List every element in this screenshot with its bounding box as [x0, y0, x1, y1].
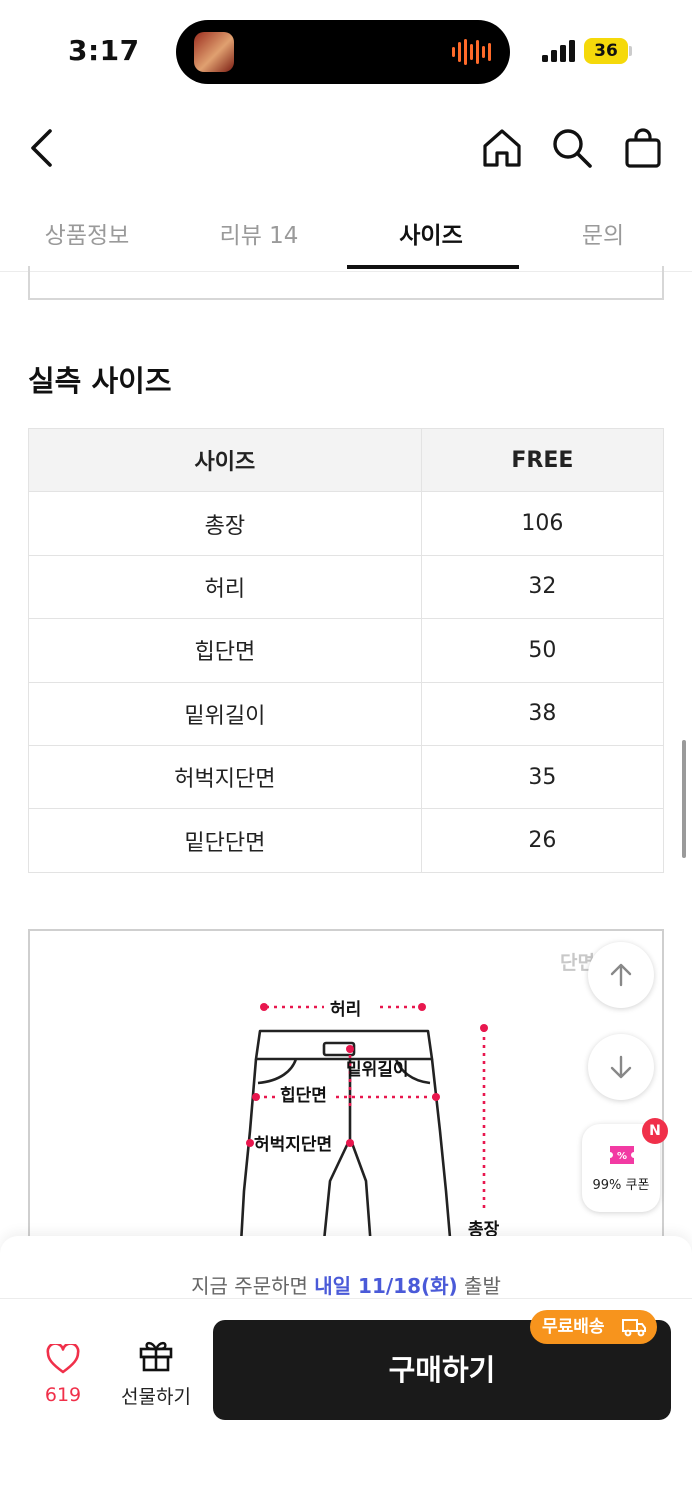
gift-button[interactable]: 선물하기 — [116, 1338, 196, 1409]
search-button[interactable] — [548, 124, 596, 172]
shopping-bag-icon — [625, 128, 661, 168]
table-header-row: 사이즈 FREE — [28, 427, 665, 493]
new-badge: N — [642, 1118, 668, 1144]
arrow-up-icon — [610, 963, 632, 987]
tab-size[interactable]: 사이즈 — [366, 216, 496, 250]
section-title: 실측 사이즈 — [28, 364, 172, 398]
scroll-down-button[interactable] — [588, 1034, 654, 1100]
battery-level: 36 — [584, 38, 628, 64]
free-shipping-label: 무료배송 — [542, 1317, 605, 1337]
measure-name: 허리 — [28, 554, 422, 620]
rise-label: 밑위길이 — [346, 1060, 409, 1080]
table-row: 밑단단면 26 — [28, 808, 665, 873]
thigh-label: 허벅지단면 — [254, 1135, 332, 1155]
table-row: 총장 106 — [28, 491, 665, 556]
shipping-date: 내일 11/18(화) — [314, 1274, 458, 1298]
like-button[interactable]: 619 — [40, 1342, 86, 1406]
search-icon — [553, 129, 592, 168]
tab-inquiry[interactable]: 문의 — [538, 216, 668, 250]
pants-measurement-illustration: 단면 허리 밑위길이 힙단면 허벅지단면 총장 — [238, 952, 595, 1259]
measurement-guides — [256, 1005, 486, 1211]
measure-value: 38 — [420, 681, 665, 746]
cart-button[interactable] — [619, 124, 667, 172]
measure-name: 총장 — [28, 491, 422, 556]
table-row: 허리 32 — [28, 554, 665, 620]
delivery-truck-icon — [622, 1319, 646, 1337]
shipping-notice: 지금 주문하면 내일 11/18(화) 출발 — [0, 1270, 692, 1299]
heart-icon — [46, 1342, 80, 1374]
shipping-suffix: 출발 — [457, 1274, 501, 1298]
home-icon — [483, 129, 521, 167]
top-nav — [0, 110, 692, 190]
coupon-label: 99% 쿠폰 — [592, 1178, 650, 1193]
measure-value: 35 — [420, 744, 665, 810]
purchase-bar: 지금 주문하면 내일 11/18(화) 출발 619 선물하기 구매하기 무료배… — [0, 1236, 692, 1500]
table-row: 힙단면 50 — [28, 618, 665, 683]
scrollbar-thumb[interactable] — [682, 740, 686, 858]
previous-section-box — [28, 266, 664, 300]
home-button[interactable] — [478, 124, 526, 172]
measure-value: 106 — [420, 491, 665, 556]
hip-label: 힙단면 — [280, 1085, 327, 1106]
table-row: 밑위길이 38 — [28, 681, 665, 746]
size-guide-diagram: 단면 허리 밑위길이 힙단면 허벅지단면 총장 — [28, 929, 664, 1259]
chevron-left-icon — [31, 129, 52, 167]
measure-name: 허벅지단면 — [28, 744, 422, 810]
now-playing-artwork — [194, 32, 234, 72]
shipping-prefix: 지금 주문하면 — [191, 1274, 315, 1298]
scroll-up-button[interactable] — [588, 942, 654, 1008]
measure-value: 26 — [420, 808, 665, 873]
column-header: 사이즈 — [28, 427, 422, 493]
size-table: 사이즈 FREE 총장 106 허리 32 힙단면 50 밑위길이 38 허벅지… — [28, 427, 665, 873]
dynamic-island[interactable] — [176, 20, 510, 84]
coupon-ticket-icon: % — [610, 1146, 634, 1164]
table-row: 허벅지단면 35 — [28, 744, 665, 810]
cellular-signal-icon — [542, 40, 575, 62]
measure-name: 밑단단면 — [28, 808, 422, 873]
measure-name: 밑위길이 — [28, 681, 422, 746]
column-header: FREE — [420, 427, 665, 493]
status-bar: 3:17 36 — [0, 0, 692, 100]
measure-value: 32 — [420, 554, 665, 620]
product-tabs: 상품정보 리뷰 14 사이즈 문의 — [0, 196, 692, 272]
measure-name: 힙단면 — [28, 618, 422, 683]
tab-reviews[interactable]: 리뷰 14 — [194, 216, 324, 250]
arrow-down-icon — [610, 1055, 632, 1079]
svg-text:%: % — [617, 1151, 627, 1162]
tab-product-info[interactable]: 상품정보 — [22, 216, 152, 250]
gift-label: 선물하기 — [121, 1386, 191, 1408]
status-time: 3:17 — [68, 34, 140, 67]
waist-label: 허리 — [330, 1000, 361, 1020]
audio-waveform-icon — [452, 38, 492, 66]
battery-cap — [629, 46, 632, 56]
divider — [0, 1298, 692, 1299]
measure-value: 50 — [420, 618, 665, 683]
back-button[interactable] — [18, 124, 66, 172]
gift-icon — [139, 1341, 173, 1372]
free-shipping-badge: 무료배송 — [530, 1310, 657, 1344]
like-count: 619 — [44, 1384, 82, 1406]
